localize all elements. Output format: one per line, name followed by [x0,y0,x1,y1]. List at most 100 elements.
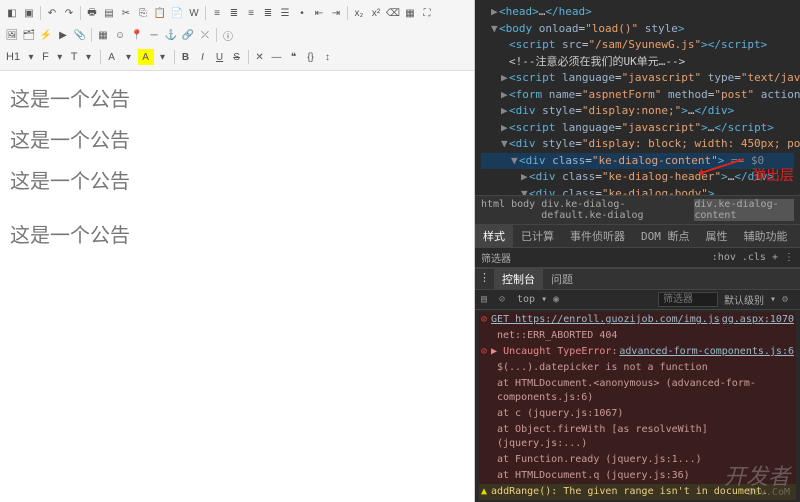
outdent-icon[interactable]: ⇤ [311,5,327,21]
justify-full-icon[interactable]: ≣ [260,5,276,21]
console-message[interactable]: at HTMLDocument.<anonymous> (advanced-fo… [479,376,796,406]
console-filter-input[interactable] [658,292,718,307]
superscript-icon[interactable]: x² [368,5,384,21]
console-message[interactable]: ⊘▶ Uncaught TypeError:advanced-form-comp… [479,344,796,360]
print-icon[interactable]: 🖶 [84,5,100,21]
code-line[interactable]: ▶<div style="display:none;">…</div> [481,103,794,120]
flash-icon[interactable]: ⚡ [38,27,54,43]
heading-select[interactable]: H1 [4,51,22,63]
chevron-down-icon[interactable]: ▾ [541,294,547,305]
unordered-list-icon[interactable]: • [294,5,310,21]
line-height-icon[interactable]: ↕ [320,49,336,65]
image-icon[interactable]: 🖼 [4,27,20,43]
size-select[interactable]: T [69,51,80,63]
select-all-icon[interactable]: ▦ [402,5,418,21]
link-icon[interactable]: 🔗 [180,27,196,43]
console-message[interactable]: ▲addRange(): The given range isn't in do… [479,484,796,500]
code-line[interactable]: ▼<body onload="load()" style> [481,21,794,38]
tab-properties[interactable]: 属性 [698,225,736,247]
fullscreen-icon[interactable]: ⛶ [419,5,435,21]
context-select[interactable]: top [517,294,535,305]
table-icon[interactable]: ▦ [95,27,111,43]
hov-toggle[interactable]: :hov [712,252,736,263]
justify-center-icon[interactable]: ≣ [226,5,242,21]
quote-icon[interactable]: ❝ [286,49,302,65]
code-line[interactable]: ▼<div class="ke-dialog-body"> [481,186,794,196]
chevron-down-icon[interactable]: ▾ [155,49,171,65]
cut-icon[interactable]: ✂ [118,5,134,21]
code-line[interactable]: ▼<div style="display: block; width: 450p… [481,136,794,153]
breadcrumb-item[interactable]: div.ke-dialog-default.ke-dialog [541,199,688,221]
tab-issues[interactable]: 问题 [543,269,581,289]
pagebreak-icon[interactable]: ─ [146,27,162,43]
tab-event-listeners[interactable]: 事件侦听器 [562,225,633,247]
clear-console-icon[interactable]: ⊘ [499,294,511,306]
ordered-list-icon[interactable]: ☰ [277,5,293,21]
editor-content-area[interactable]: 这是一个公告 这是一个公告 这是一个公告 这是一个公告 [0,71,474,272]
tab-styles[interactable]: 样式 [475,225,513,247]
drawer-handle-icon[interactable]: ⋮ [475,269,494,289]
subscript-icon[interactable]: x₂ [351,5,367,21]
level-select[interactable]: 默认级别 [724,292,764,307]
paste-text-icon[interactable]: 📄 [169,5,185,21]
console-message[interactable]: at c (jquery.js:1067) [479,406,796,422]
code-line[interactable]: ▶<script language="javascript">…</script… [481,120,794,137]
preview-icon[interactable]: ▣ [21,5,37,21]
tab-dom-breakpoints[interactable]: DOM 断点 [633,225,698,247]
source-icon[interactable]: ◧ [4,5,20,21]
console-output[interactable]: ⊘ GET https://enroll.guozijob.com/img.js… [475,310,800,502]
breadcrumb-item[interactable]: div.ke-dialog-content [694,199,794,221]
code-line[interactable]: ▶<head>…</head> [481,4,794,21]
console-message[interactable]: net::ERR_ABORTED 404 [479,328,796,344]
tab-accessibility[interactable]: 辅助功能 [736,225,796,247]
unlink-icon[interactable]: ⤫ [197,27,213,43]
underline-icon[interactable]: U [212,49,228,65]
about-icon[interactable]: ⓘ [220,27,236,43]
emoticon-icon[interactable]: ☺ [112,27,128,43]
console-message[interactable]: $(...).datepicker is not a function [479,360,796,376]
chevron-down-icon[interactable]: ▾ [81,49,97,65]
console-message[interactable]: at Function.ready (jquery.js:1...) [479,452,796,468]
bold-icon[interactable]: B [178,49,194,65]
console-message[interactable]: at Object.fireWith [as resolveWith] (jqu… [479,422,796,452]
tab-computed[interactable]: 已计算 [513,225,562,247]
console-message[interactable]: ⊘ GET https://enroll.guozijob.com/img.js… [479,312,796,328]
redo-icon[interactable]: ↷ [61,5,77,21]
settings-icon[interactable]: ⚙ [782,294,794,306]
indent-icon[interactable]: ⇥ [328,5,344,21]
backcolor-icon[interactable]: A [138,49,154,65]
italic-icon[interactable]: I [195,49,211,65]
new-rule-button[interactable]: + [772,252,778,263]
sidebar-toggle-icon[interactable]: ▤ [481,294,493,306]
forecolor-icon[interactable]: A [104,49,120,65]
tab-console[interactable]: 控制台 [494,269,543,289]
media-icon[interactable]: ▶ [55,27,71,43]
clear-format-icon[interactable]: ⌫ [385,5,401,21]
eye-icon[interactable]: ◉ [553,294,565,306]
code-line[interactable]: <script src="/sam/SyunewG.js"></script> [481,37,794,54]
code-line[interactable]: <!--注意必须在我们的UK单元…--> [481,54,794,71]
undo-icon[interactable]: ↶ [44,5,60,21]
multi-image-icon[interactable]: 🗂 [21,27,37,43]
justify-right-icon[interactable]: ≡ [243,5,259,21]
code-line[interactable]: ▼<div class="ke-dialog-content"> == $0 [481,153,794,170]
chevron-down-icon[interactable]: ▾ [52,49,68,65]
justify-left-icon[interactable]: ≡ [209,5,225,21]
chevron-down-icon[interactable]: ▾ [770,294,776,305]
copy-icon[interactable]: ⎘ [135,5,151,21]
paste-word-icon[interactable]: W [186,5,202,21]
map-icon[interactable]: 📍 [129,27,145,43]
chevron-down-icon[interactable]: ▾ [121,49,137,65]
code-line[interactable]: ▶<script language="javascript" type="tex… [481,70,794,87]
anchor-icon[interactable]: ⚓ [163,27,179,43]
hr-icon[interactable]: — [269,49,285,65]
elements-tree[interactable]: ▶<head>…</head>▼<body onload="load()" st… [475,0,800,195]
code-icon[interactable]: {} [303,49,319,65]
code-line[interactable]: ▶<form name="aspnetForm" method="post" a… [481,87,794,104]
console-message[interactable]: at HTMLDocument.q (jquery.js:36) [479,468,796,484]
paste-icon[interactable]: 📋 [152,5,168,21]
font-select[interactable]: F [40,51,51,63]
breadcrumb-item[interactable]: body [511,199,535,221]
strike-icon[interactable]: S [229,49,245,65]
breadcrumb-item[interactable]: html [481,199,505,221]
